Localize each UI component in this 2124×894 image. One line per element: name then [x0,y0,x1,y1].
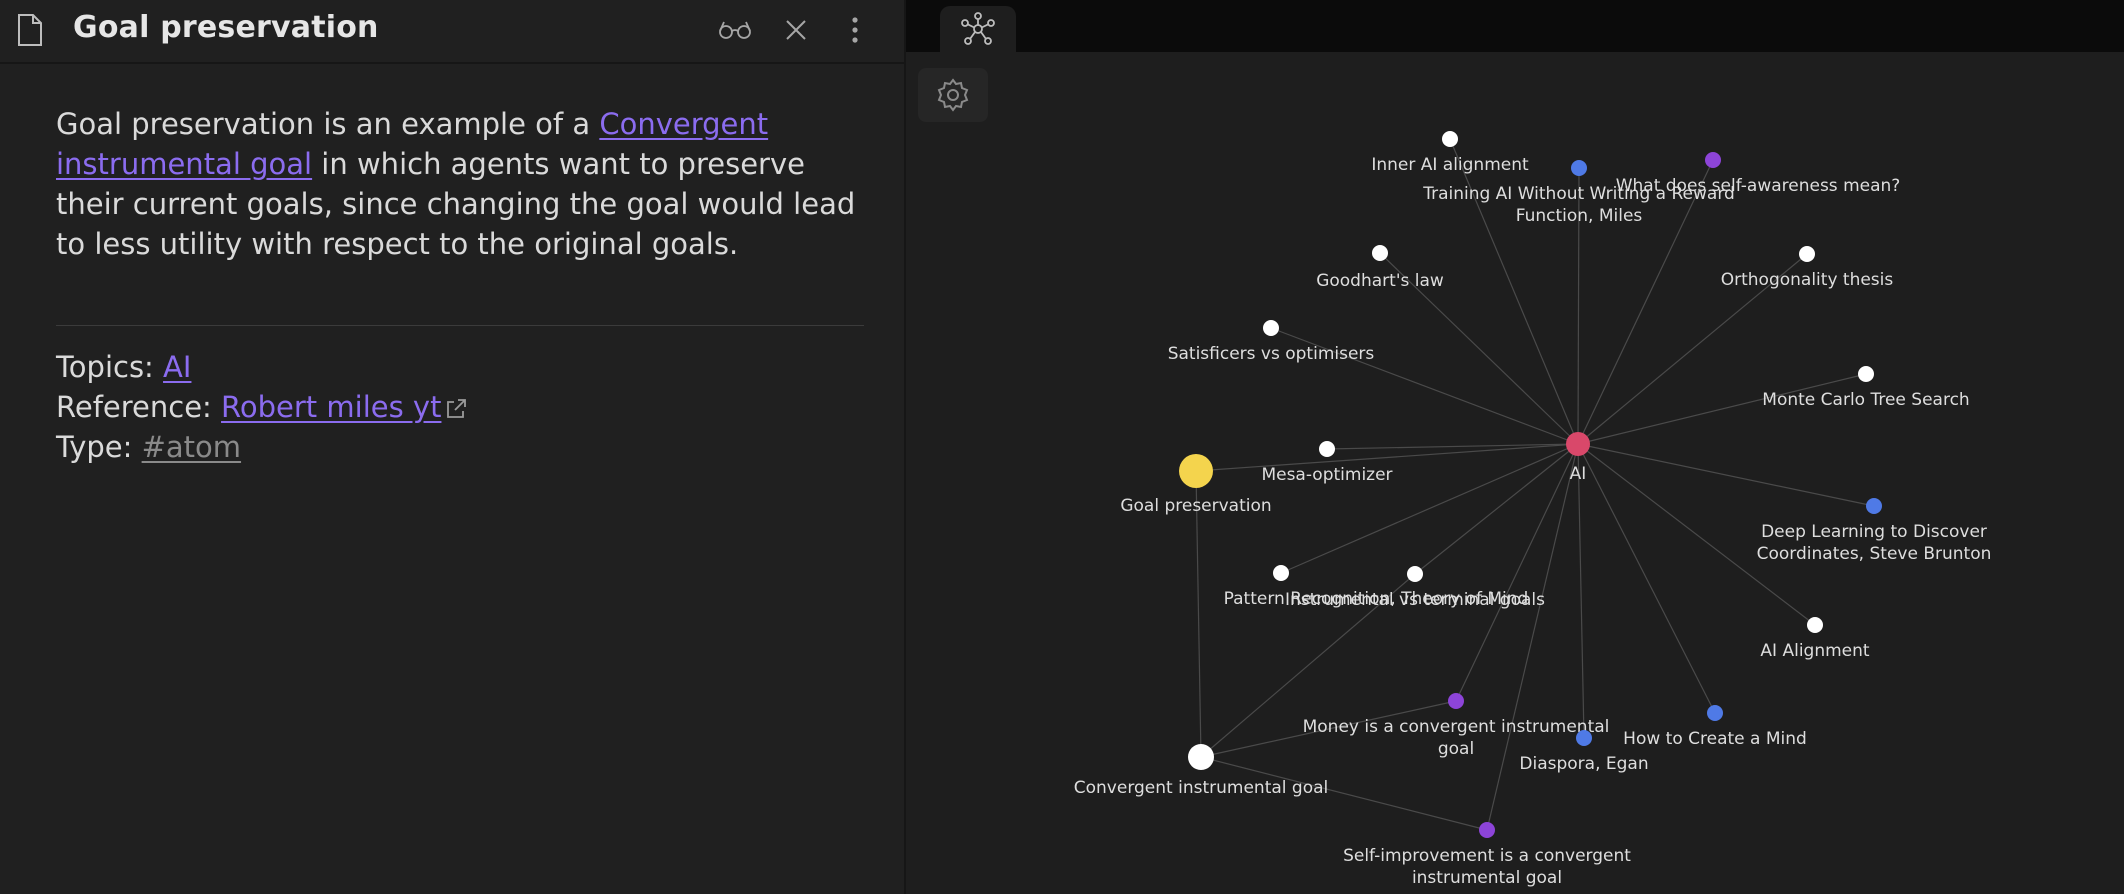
topics-label: Topics: [56,350,164,384]
link-text-part-2[interactable]: instrumental goal [56,147,312,181]
graph-node-label: Diaspora, Egan [1519,754,1648,774]
graph-node-monte-carlo[interactable]: Monte Carlo Tree Search [1762,366,1970,410]
topic-link-ai[interactable]: AI [163,350,191,384]
close-icon [786,20,806,40]
close-button[interactable] [776,12,816,48]
graph-node-label: goal [1438,739,1474,759]
type-row: Type: #atom [56,427,467,467]
graph-node-label: Inner AI alignment [1371,155,1529,175]
reference-row: Reference: Robert miles yt [56,387,467,427]
graph-node-label: Satisficers vs optimisers [1168,344,1375,364]
note-metadata: Topics: AI Reference: Robert miles yt Ty… [56,347,467,467]
graph-node-dot[interactable] [1448,693,1464,709]
graph-node-dot[interactable] [1858,366,1874,382]
graph-nodes: AI Goal preservation Convergent instrument… [1074,131,1992,888]
graph-node-dot[interactable] [1576,730,1592,746]
graph-node-self-awareness[interactable]: What does self-awareness mean? [1616,152,1901,196]
graph-node-ai-alignment[interactable]: AI Alignment [1760,617,1870,661]
graph-edge [1414,443,1579,575]
note-body: Goal preservation is an example of a Con… [56,104,856,264]
graph-node-self-improvement[interactable]: Self-improvement is a convergentinstrume… [1343,822,1631,888]
type-tag-atom[interactable]: #atom [142,430,241,464]
graph-node-inner-ai-alignment[interactable]: Inner AI alignment [1371,131,1529,175]
graph-node-dot[interactable] [1566,432,1590,456]
graph-node-how-to-create-mind[interactable]: How to Create a Mind [1623,705,1807,749]
graph-node-deep-learning-coordinates[interactable]: Deep Learning to DiscoverCoordinates, St… [1757,498,1992,564]
external-link-icon [447,399,467,418]
reference-link[interactable]: Robert miles yt [221,390,441,424]
reference-label: Reference: [56,390,222,424]
graph-node-convergent-instrumental-goal[interactable]: Convergent instrumental goal [1074,744,1328,798]
graph-node-label: instrumental goal [1412,868,1562,888]
graph-node-dot[interactable] [1571,160,1587,176]
graph-node-dot[interactable] [1407,566,1423,582]
graph-node-dot[interactable] [1705,152,1721,168]
graph-node-dot[interactable] [1807,617,1823,633]
type-label: Type: [56,430,142,464]
graph-node-dot[interactable] [1273,565,1289,581]
more-options-button[interactable] [835,12,875,48]
graph-node-label: AI [1570,464,1587,484]
graph-node-dot[interactable] [1263,320,1279,336]
note-title: Goal preservation [73,10,379,45]
reading-view-icon [719,21,751,39]
graph-node-label: How to Create a Mind [1623,729,1807,749]
graph-node-dot[interactable] [1179,454,1213,488]
graph-node-satisficers[interactable]: Satisficers vs optimisers [1168,320,1375,364]
paragraph-text: Goal preservation is an example of a [56,107,600,141]
note-pane: Goal preservation Goal preservation is a… [0,0,904,894]
reading-view-button[interactable] [715,12,755,48]
graph-node-dot[interactable] [1799,246,1815,262]
graph-node-dot[interactable] [1866,498,1882,514]
graph-node-instrumental-terminal[interactable]: Instrumental vs terminal goals [1285,566,1545,610]
divider [56,325,864,326]
graph-edge [1280,443,1579,574]
note-header: Goal preservation [0,0,904,64]
graph-edge [1577,443,1585,739]
graph-node-dot[interactable] [1707,705,1723,721]
reference-link-text[interactable]: Robert miles yt [221,390,441,424]
graph-node-label: What does self-awareness mean? [1616,176,1901,196]
graph-edge [1577,443,1716,714]
graph-node-goal-preservation[interactable]: Goal preservation [1120,454,1272,516]
graph-node-dot[interactable] [1188,744,1214,770]
graph-canvas[interactable]: AI Goal preservation Convergent instrument… [906,0,2124,894]
graph-edge [1455,443,1579,702]
graph-node-label: Mesa-optimizer [1261,465,1392,485]
graph-node-label: Function, Miles [1516,206,1643,226]
graph-node-dot[interactable] [1319,441,1335,457]
graph-node-label: Goodhart's law [1316,271,1444,291]
graph-node-label: Monte Carlo Tree Search [1762,390,1969,410]
graph-node-dot[interactable] [1479,822,1495,838]
more-options-icon [852,17,858,43]
note-paragraph: Goal preservation is an example of a Con… [56,104,856,264]
graph-node-dot[interactable] [1372,245,1388,261]
graph-node-label: Self-improvement is a convergent [1343,846,1631,866]
graph-node-label: Coordinates, Steve Brunton [1757,544,1992,564]
file-icon [18,14,42,46]
graph-node-label: Instrumental vs terminal goals [1285,590,1545,610]
link-text-part-1[interactable]: Convergent [599,107,768,141]
graph-node-goodharts-law[interactable]: Goodhart's law [1316,245,1444,291]
topics-row: Topics: AI [56,347,467,387]
graph-pane[interactable]: AI Goal preservation Convergent instrument… [906,0,2124,894]
graph-edge [1577,443,1875,507]
graph-node-label: Convergent instrumental goal [1074,778,1328,798]
graph-node-money[interactable]: Money is a convergent instrumentalgoal [1303,693,1610,759]
graph-node-label: Deep Learning to Discover [1761,522,1987,542]
graph-node-label: Orthogonality thesis [1721,270,1894,290]
graph-node-dot[interactable] [1442,131,1458,147]
graph-node-orthogonality-thesis[interactable]: Orthogonality thesis [1721,246,1894,290]
graph-node-label: AI Alignment [1760,641,1869,661]
graph-node-label: Money is a convergent instrumental [1303,717,1610,737]
graph-node-label: Goal preservation [1120,496,1271,516]
